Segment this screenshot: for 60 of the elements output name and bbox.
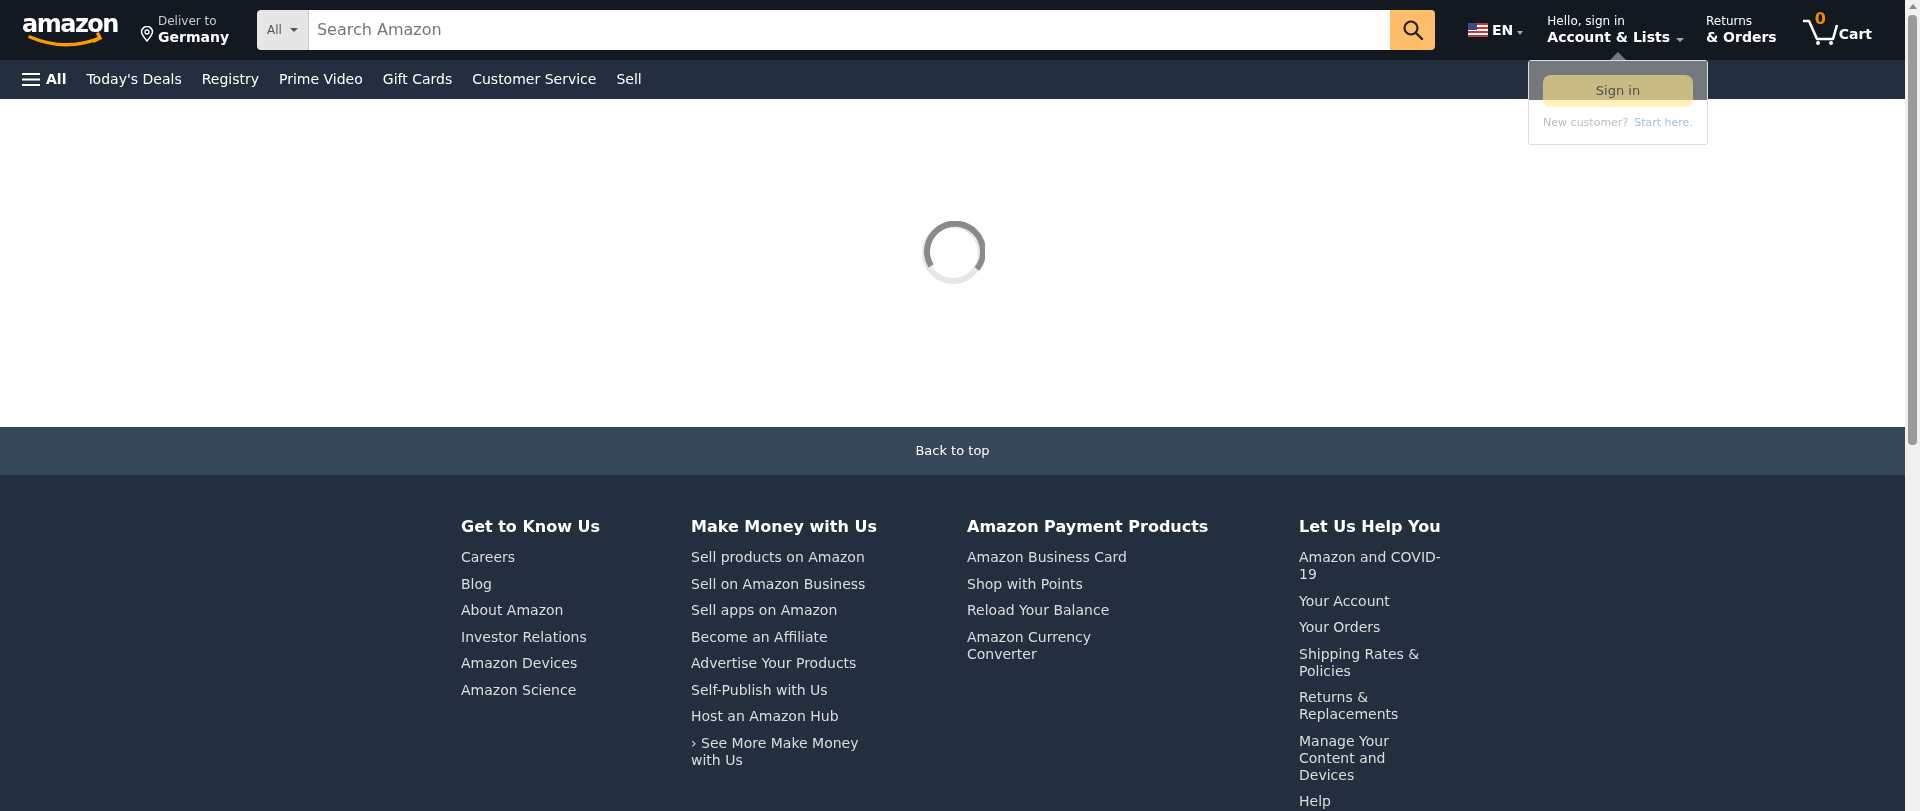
orders-link[interactable]: & Orders	[1706, 28, 1777, 47]
footer-link[interactable]: Careers	[461, 549, 656, 566]
nav-link[interactable]: Sell	[616, 69, 642, 90]
smile-logo[interactable]: amazon	[20, 10, 120, 50]
footer-link[interactable]: Reload Your Balance	[967, 602, 1162, 619]
sign-in-button[interactable]: Sign in	[1543, 75, 1693, 107]
footer-heading: Let Us Help You	[1299, 516, 1442, 538]
footer-link[interactable]: Sell on Amazon Business	[691, 575, 886, 593]
footer-link[interactable]: Amazon and COVID-19	[1299, 549, 1444, 583]
footer-link[interactable]: Self-Publish with Us	[691, 681, 886, 699]
returns-label: Returns	[1706, 13, 1754, 29]
language-selector[interactable]: EN	[1468, 19, 1524, 41]
footer-link[interactable]: Shop with Points	[967, 575, 1162, 593]
flag-icon	[1468, 23, 1489, 37]
footer-link[interactable]: Blog	[461, 575, 656, 593]
footer-heading: Make Money with Us	[691, 516, 878, 538]
account-lists-menu[interactable]: Account & Lists	[1547, 28, 1685, 47]
search-field[interactable]: Search Amazon	[308, 10, 1391, 50]
footer-link[interactable]: Investor Relations	[461, 628, 656, 646]
caret-icon	[289, 28, 298, 32]
footer-link[interactable]: Help	[1299, 793, 1444, 810]
footer-link[interactable]: Amazon Business Card	[967, 549, 1162, 566]
footer-link[interactable]: Become an Affiliate	[691, 628, 886, 646]
footer-link[interactable]: Manage Your Content and Devices	[1299, 732, 1444, 784]
footer-link[interactable]: Amazon Devices	[461, 655, 656, 672]
back-to-top-button[interactable]: Back to top	[0, 427, 1905, 475]
all-menu-button[interactable]: All	[22, 69, 67, 90]
footer-heading: Amazon Payment Products	[967, 516, 1210, 538]
location-pin-icon	[140, 26, 154, 43]
cart-count: 0	[1814, 8, 1826, 30]
nav-link[interactable]: Registry	[201, 69, 259, 90]
footer-link[interactable]: Advertise Your Products	[691, 655, 886, 672]
scrollbar[interactable]	[1905, 0, 1920, 811]
nav-link[interactable]: Today's Deals	[86, 69, 182, 90]
search-icon	[1401, 19, 1424, 41]
nav-link[interactable]: Customer Service	[472, 69, 597, 90]
footer-link[interactable]: Host an Amazon Hub	[691, 708, 886, 725]
new-customer-prompt: New customer?	[1543, 115, 1629, 131]
menu-icon	[22, 72, 40, 87]
nav-link[interactable]: Gift Cards	[382, 69, 453, 90]
search-button[interactable]	[1390, 10, 1436, 50]
footer-link[interactable]: Amazon Science	[461, 681, 656, 699]
category-dropdown[interactable]: All	[257, 10, 309, 50]
cart-label[interactable]: Cart	[1838, 24, 1872, 45]
footer-link[interactable]: › See More Make Money with Us	[691, 734, 886, 769]
loading-spinner	[920, 221, 985, 285]
footer-link[interactable]: Your Account	[1299, 592, 1444, 610]
deliver-location[interactable]: Germany	[158, 28, 230, 47]
footer-heading: Get to Know Us	[461, 516, 602, 538]
footer-link[interactable]: About Amazon	[461, 602, 656, 619]
footer-link[interactable]: Sell apps on Amazon	[691, 602, 886, 619]
footer-link[interactable]: Sell products on Amazon	[691, 549, 886, 566]
deliver-to-label: Deliver to	[158, 13, 218, 29]
account-greeting: Hello, sign in	[1547, 13, 1626, 29]
footer-link[interactable]: Your Orders	[1299, 619, 1444, 636]
scrollbar-thumb[interactable]	[1908, 15, 1917, 445]
nav-link[interactable]: Prime Video	[279, 69, 363, 90]
footer-link[interactable]: Shipping Rates & Policies	[1299, 645, 1444, 680]
footer-link[interactable]: Amazon Currency Converter	[967, 628, 1162, 663]
footer-link[interactable]: Returns & Replacements	[1299, 689, 1444, 723]
